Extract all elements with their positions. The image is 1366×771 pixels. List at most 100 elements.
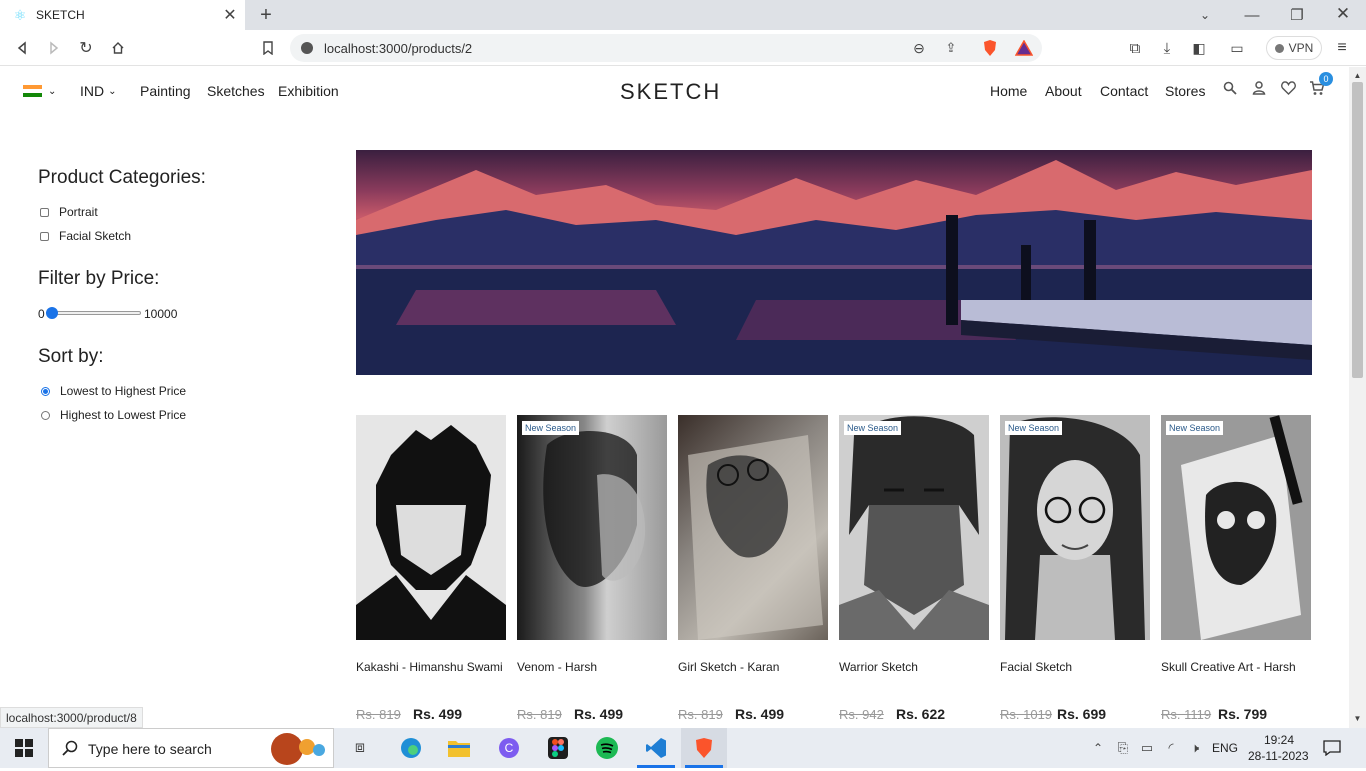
wallet-icon[interactable]: ▭ [1227, 38, 1247, 58]
nav-sketches[interactable]: Sketches [207, 83, 265, 99]
vscode-icon[interactable] [644, 736, 668, 760]
zoom-out-icon[interactable]: ⊖ [910, 39, 928, 57]
nav-about[interactable]: About [1045, 83, 1082, 99]
sidebar-icon[interactable]: ◧ [1189, 38, 1209, 58]
edge-icon[interactable] [399, 736, 423, 760]
sort-low-to-high[interactable]: Lowest to Highest Price [41, 384, 186, 398]
url-text[interactable]: localhost:3000/products/2 [324, 41, 472, 56]
product-title[interactable]: Kakashi - Himanshu Swami [356, 660, 503, 674]
search-icon [61, 739, 79, 757]
minimize-icon[interactable]: — [1243, 6, 1261, 24]
brave-shields-icon[interactable] [980, 38, 1000, 58]
sort-label: Highest to Lowest Price [60, 408, 187, 422]
hero-banner-image [356, 150, 1312, 375]
network-adapter-icon[interactable]: ⎘ [1114, 738, 1132, 758]
currency-selector[interactable]: IND ⌄ [80, 83, 117, 99]
wifi-icon[interactable]: ◜ [1162, 738, 1180, 758]
nav-home[interactable]: Home [990, 83, 1027, 99]
notification-icon[interactable] [1322, 738, 1342, 758]
product-image[interactable] [678, 415, 828, 640]
price-range-slider[interactable] [46, 307, 141, 319]
status-bar-url: localhost:3000/product/8 [0, 707, 143, 728]
downloads-icon[interactable]: ⤓ [1157, 38, 1177, 58]
product-old-price: Rs. 819 [517, 707, 562, 722]
weather-widget-icon[interactable] [269, 732, 329, 766]
product-image[interactable]: New Season [839, 415, 989, 640]
checkbox[interactable] [40, 207, 49, 217]
price-min-label: 0 [38, 307, 45, 321]
product-title[interactable]: Venom - Harsh [517, 660, 597, 674]
scroll-thumb[interactable] [1352, 82, 1363, 378]
country-selector[interactable]: ⌄ [23, 83, 59, 99]
scroll-up-icon[interactable]: ▲ [1352, 70, 1363, 80]
bookmark-icon[interactable] [258, 38, 278, 58]
scroll-down-icon[interactable]: ▼ [1352, 713, 1363, 723]
category-facial-sketch[interactable]: Facial Sketch [40, 229, 131, 243]
figma-icon[interactable] [546, 736, 570, 760]
new-season-badge: New Season [1005, 421, 1063, 435]
browser-tab[interactable]: ⚛ SKETCH ✕ [0, 0, 245, 30]
clock-time[interactable]: 19:24 [1264, 733, 1294, 747]
language-indicator[interactable]: ENG [1212, 741, 1238, 755]
clock-date[interactable]: 28-11-2023 [1248, 749, 1309, 763]
category-portrait[interactable]: Portrait [40, 205, 98, 219]
windows-start-icon[interactable] [14, 738, 34, 758]
vpn-button[interactable]: VPN [1266, 36, 1322, 60]
brand-logo[interactable]: SKETCH [620, 79, 721, 105]
chevron-up-icon[interactable]: ⌃ [1090, 738, 1106, 758]
reload-icon[interactable]: ↻ [76, 38, 96, 58]
react-favicon-icon: ⚛ [13, 6, 27, 23]
menu-icon[interactable]: ≡ [1332, 38, 1352, 58]
price-max-label: 10000 [144, 307, 178, 321]
chevron-down-icon: ⌄ [108, 85, 117, 97]
close-tab-icon[interactable]: ✕ [222, 7, 238, 24]
checkbox[interactable] [40, 231, 49, 241]
product-title[interactable]: Facial Sketch [1000, 660, 1072, 674]
heart-icon[interactable] [1280, 80, 1296, 96]
product-old-price: Rs. 819 [356, 707, 401, 722]
user-icon[interactable] [1251, 80, 1267, 96]
brave-rewards-icon[interactable] [1014, 38, 1034, 58]
back-icon[interactable] [12, 38, 32, 58]
product-title[interactable]: Warrior Sketch [839, 660, 918, 674]
brave-taskbar-button[interactable] [681, 728, 727, 768]
sort-high-to-low[interactable]: Highest to Lowest Price [41, 408, 186, 422]
spotify-icon[interactable] [595, 736, 619, 760]
new-tab-icon[interactable]: + [256, 4, 276, 26]
product-image[interactable]: New Season [1161, 415, 1311, 640]
nav-painting[interactable]: Painting [140, 83, 191, 99]
tab-search-chevron-icon[interactable]: ⌄ [1196, 6, 1214, 24]
share-icon[interactable]: ⇪ [942, 39, 960, 57]
product-price: Rs. 499 [413, 706, 463, 722]
nav-stores[interactable]: Stores [1165, 83, 1205, 99]
speaker-muted-icon[interactable]: 🕨 [1186, 738, 1204, 758]
task-view-icon[interactable]: ⧈ [350, 738, 370, 758]
product-title[interactable]: Skull Creative Art - Harsh [1161, 660, 1296, 674]
address-bar[interactable]: localhost:3000/products/2 ⊖ ⇪ [290, 34, 1042, 62]
product-price: Rs. 499 [735, 706, 785, 722]
radio-button[interactable] [41, 410, 50, 420]
extensions-icon[interactable]: ⧉ [1125, 38, 1145, 58]
taskbar-search-box[interactable]: Type here to search [48, 728, 334, 768]
product-image[interactable] [356, 415, 506, 640]
home-icon[interactable] [108, 38, 128, 58]
canva-icon[interactable]: C [497, 736, 521, 760]
product-title[interactable]: Girl Sketch - Karan [678, 660, 779, 674]
forward-icon[interactable] [44, 38, 64, 58]
browser-toolbar: ↻ localhost:3000/products/2 ⊖ ⇪ ⧉ ⤓ ◧ ▭ … [0, 30, 1366, 66]
chevron-down-icon: ⌄ [48, 85, 57, 97]
slider-thumb[interactable] [46, 307, 58, 319]
product-image[interactable]: New Season [517, 415, 667, 640]
search-icon[interactable] [1222, 80, 1238, 96]
site-info-icon[interactable] [300, 41, 314, 55]
radio-button-selected[interactable] [41, 386, 50, 396]
nav-exhibition[interactable]: Exhibition [278, 83, 339, 99]
restore-icon[interactable]: ❐ [1288, 6, 1306, 24]
nav-contact[interactable]: Contact [1100, 83, 1148, 99]
search-placeholder: Type here to search [88, 741, 212, 757]
file-explorer-icon[interactable] [448, 737, 470, 759]
close-window-icon[interactable]: ✕ [1334, 4, 1352, 23]
product-image[interactable]: New Season [1000, 415, 1150, 640]
product-old-price: Rs. 819 [678, 707, 723, 722]
battery-icon[interactable]: ▭ [1138, 738, 1156, 758]
